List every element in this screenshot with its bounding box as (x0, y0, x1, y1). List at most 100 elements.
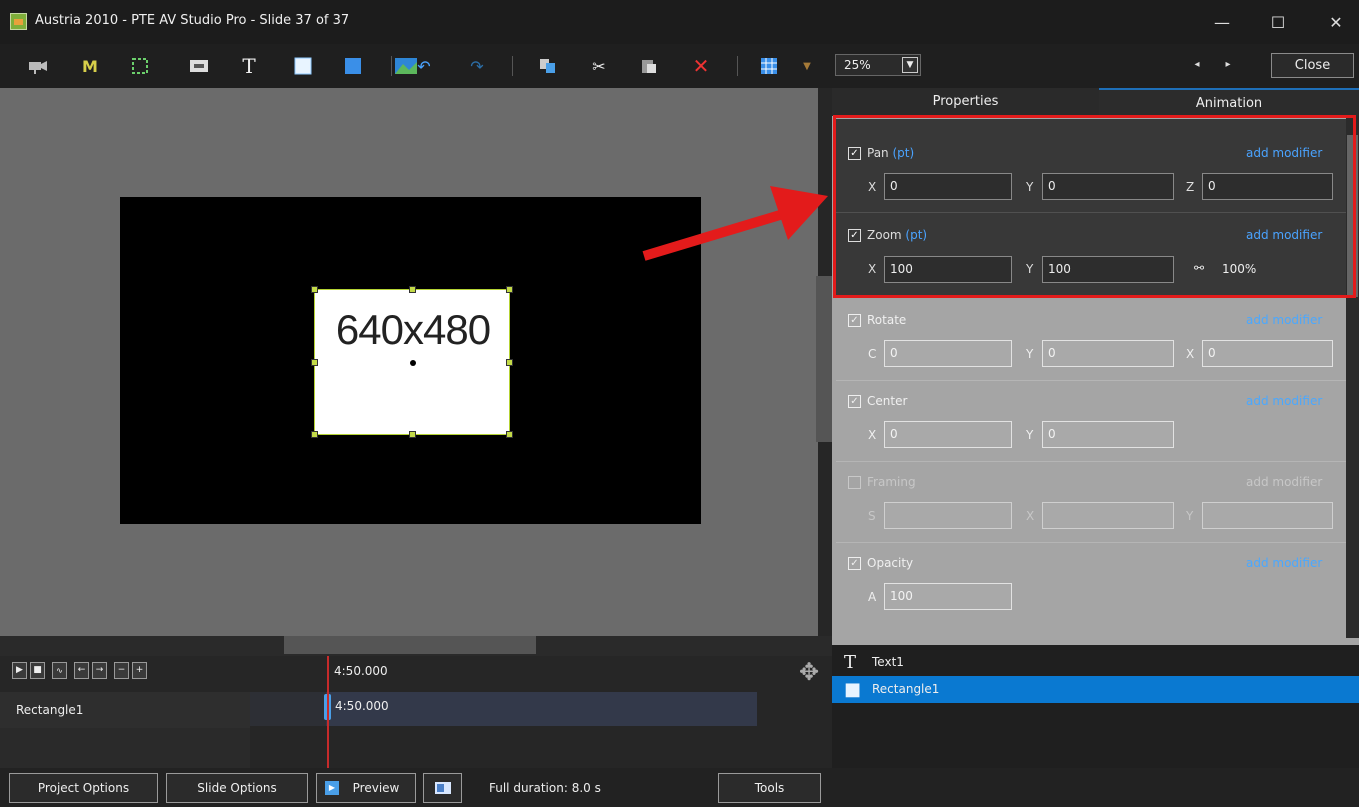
app-icon (10, 13, 27, 30)
close-window-button[interactable]: ✕ (1316, 8, 1356, 36)
prev-slide-button[interactable]: ◂ (1187, 56, 1207, 74)
grid-icon[interactable] (756, 54, 782, 78)
play-button[interactable]: ▶ (12, 662, 27, 679)
title-bar: Austria 2010 - PTE AV Studio Pro - Slide… (0, 0, 1359, 44)
button-object-icon[interactable] (186, 54, 212, 78)
center-y-field[interactable]: 0 (1042, 421, 1174, 448)
center-x-field[interactable]: 0 (884, 421, 1012, 448)
toolbar-divider (737, 56, 738, 76)
next-slide-button[interactable]: ▸ (1218, 56, 1238, 74)
full-duration: Full duration: 8.0 s (489, 781, 601, 795)
playhead[interactable] (327, 656, 329, 768)
close-button[interactable]: Close (1271, 53, 1354, 78)
undo-icon[interactable]: ↶ (411, 54, 437, 78)
framing-y-label: Y (1186, 509, 1194, 523)
rotate-label: Rotate (867, 313, 907, 327)
waveform-icon[interactable]: ∿ (52, 662, 67, 679)
cut-icon[interactable]: ✂ (586, 54, 612, 78)
rotate-add-modifier-link[interactable]: add modifier (1246, 313, 1322, 327)
preview-label: Preview (352, 781, 400, 795)
rotate-x-field[interactable]: 0 (1202, 340, 1333, 367)
framing-x-field[interactable] (1042, 502, 1174, 529)
framing-s-label: S (868, 509, 876, 523)
framing-x-label: X (1026, 509, 1035, 523)
delete-icon[interactable]: ✕ (688, 54, 714, 78)
canvas-horizontal-scroll-thumb[interactable] (284, 636, 536, 654)
list-item-rectangle1[interactable]: ■ Rectangle1 (832, 676, 1359, 703)
resize-handle[interactable] (506, 431, 513, 438)
resize-handle[interactable] (506, 359, 513, 366)
track-name[interactable]: Rectangle1 (0, 692, 250, 728)
play-icon: ▶ (325, 781, 339, 795)
center-y-label: Y (1026, 428, 1034, 442)
slide-area[interactable]: 640x480 (120, 197, 701, 524)
toolbar: M T ↶ ↷ ✂ ✕ ▼ (0, 44, 1359, 88)
resize-handle[interactable] (311, 359, 318, 366)
maximize-button[interactable]: ☐ (1258, 8, 1298, 36)
resize-handle[interactable] (506, 286, 513, 293)
copy-icon[interactable] (535, 54, 561, 78)
resize-handle[interactable] (409, 286, 416, 293)
zoom-select[interactable]: 25% ▼ (835, 54, 921, 76)
redo-icon[interactable]: ↷ (464, 54, 490, 78)
center-point[interactable] (410, 360, 416, 366)
frame-icon[interactable] (127, 54, 153, 78)
rotate-group: ✓ Rotate add modifier C 0 Y 0 X 0 (836, 300, 1348, 380)
step-back-button[interactable]: ← (74, 662, 89, 679)
text-object-icon: T (844, 652, 857, 673)
rotate-c-field[interactable]: 0 (884, 340, 1012, 367)
mask-icon[interactable]: M (77, 54, 103, 78)
slide-canvas[interactable]: 640x480 (0, 88, 818, 636)
framing-checkbox[interactable] (848, 476, 861, 489)
chevron-down-icon[interactable]: ▼ (902, 57, 918, 73)
annotation-highlight-box (833, 115, 1356, 298)
resize-handle[interactable] (311, 286, 318, 293)
project-options-button[interactable]: Project Options (9, 773, 158, 803)
camera-icon[interactable] (25, 54, 51, 78)
rotate-checkbox[interactable]: ✓ (848, 314, 861, 327)
opacity-a-label: A (868, 590, 877, 604)
minimize-button[interactable]: — (1202, 8, 1242, 36)
center-add-modifier-link[interactable]: add modifier (1246, 394, 1322, 408)
center-checkbox[interactable]: ✓ (848, 395, 861, 408)
tools-button[interactable]: Tools (718, 773, 821, 803)
grid-dropdown-icon[interactable]: ▼ (794, 54, 820, 78)
text-tool-icon[interactable]: T (236, 54, 262, 78)
track-segment[interactable] (326, 692, 757, 726)
rotate-y-field[interactable]: 0 (1042, 340, 1174, 367)
tab-properties[interactable]: Properties (832, 88, 1099, 116)
keyframe-time: 4:50.000 (335, 699, 389, 713)
rectangle-object[interactable]: 640x480 (311, 286, 513, 438)
canvas-vertical-scroll-thumb[interactable] (816, 276, 832, 442)
framing-y-field[interactable] (1202, 502, 1333, 529)
rectangle-tool-icon[interactable] (290, 54, 316, 78)
object-label: 640x480 (335, 306, 491, 353)
resize-handle[interactable] (311, 431, 318, 438)
tab-animation[interactable]: Animation (1099, 88, 1359, 116)
framing-add-modifier-link[interactable]: add modifier (1246, 475, 1322, 489)
preview-button[interactable]: ▶ Preview (316, 773, 416, 803)
resize-handle[interactable] (409, 431, 416, 438)
zoom-out-timeline-button[interactable]: − (114, 662, 129, 679)
step-forward-button[interactable]: → (92, 662, 107, 679)
panel-tabs: Properties Animation (832, 88, 1359, 116)
timeline-empty-row (0, 728, 250, 768)
slide-options-button[interactable]: Slide Options (166, 773, 308, 803)
zoom-in-timeline-button[interactable]: + (132, 662, 147, 679)
framing-group: Framing add modifier S X Y (836, 462, 1348, 542)
rectangle-object-icon: ■ (844, 679, 862, 700)
window-title: Austria 2010 - PTE AV Studio Pro - Slide… (35, 13, 350, 28)
list-item-text1[interactable]: T Text1 (832, 649, 1359, 676)
rotate-x-label: X (1186, 347, 1195, 361)
opacity-add-modifier-link[interactable]: add modifier (1246, 556, 1322, 570)
paste-icon[interactable] (636, 54, 662, 78)
opacity-a-field[interactable]: 100 (884, 583, 1012, 610)
screen-icon[interactable] (423, 773, 462, 803)
stop-button[interactable]: ■ (30, 662, 45, 679)
center-label: Center (867, 394, 908, 408)
framing-label: Framing (867, 475, 916, 489)
blue-square-icon[interactable] (340, 54, 366, 78)
opacity-checkbox[interactable]: ✓ (848, 557, 861, 570)
move-icon[interactable]: ✥ (799, 658, 819, 686)
framing-s-field[interactable] (884, 502, 1012, 529)
